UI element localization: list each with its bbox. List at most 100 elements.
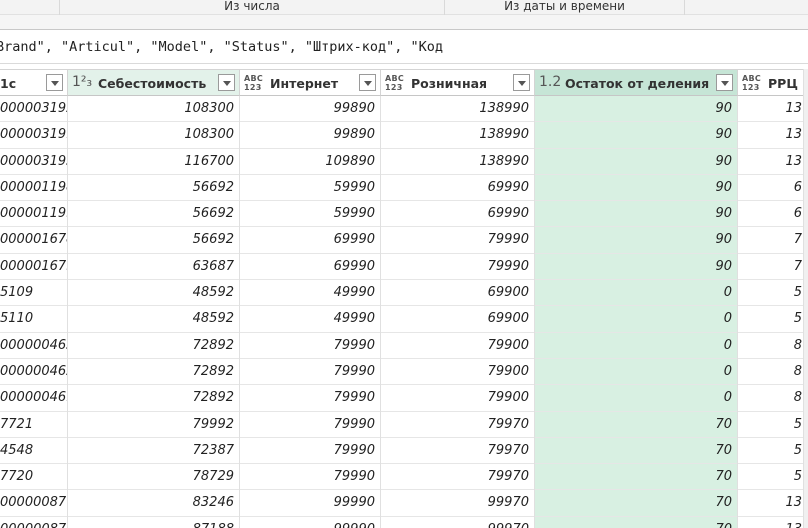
table-cell[interactable]: 78729 xyxy=(68,464,239,491)
table-cell[interactable]: 69900 xyxy=(381,280,534,307)
table-cell[interactable]: 90 xyxy=(535,96,737,123)
table-cell[interactable]: 108300 xyxy=(68,122,239,149)
table-cell[interactable]: 79900 xyxy=(381,385,534,412)
table-cell[interactable]: 138990 xyxy=(381,149,534,175)
table-cell[interactable]: 72892 xyxy=(68,385,239,412)
column-filter-button[interactable] xyxy=(513,74,530,91)
table-cell[interactable]: 000000461 xyxy=(0,385,67,412)
table-cell[interactable]: 8 xyxy=(738,359,807,386)
table-cell[interactable]: 6 xyxy=(738,201,807,228)
table-cell[interactable]: 79990 xyxy=(240,333,380,359)
table-cell[interactable]: 70 xyxy=(535,438,737,465)
table-cell[interactable]: 69990 xyxy=(381,201,534,228)
table-cell[interactable]: 90 xyxy=(535,122,737,149)
table-cell[interactable]: 5 xyxy=(738,280,807,307)
table-cell[interactable]: 79992 xyxy=(68,412,239,438)
table-cell[interactable]: 49990 xyxy=(240,306,380,333)
column-filter-button[interactable] xyxy=(46,74,63,91)
any-type-icon[interactable]: ABC 123 xyxy=(244,74,263,92)
table-cell[interactable]: 79990 xyxy=(381,254,534,281)
column-header-1c[interactable]: 1c xyxy=(0,69,68,96)
table-cell[interactable]: 5 xyxy=(738,412,807,438)
table-cell[interactable]: 56692 xyxy=(68,227,239,254)
table-cell[interactable]: 5109 xyxy=(0,280,67,307)
table-cell[interactable]: 79990 xyxy=(381,227,534,254)
table-cell[interactable]: 90 xyxy=(535,175,737,202)
table-cell[interactable]: 13 xyxy=(738,490,807,517)
table-cell[interactable]: 000000877 xyxy=(0,490,67,517)
table-cell[interactable]: 13 xyxy=(738,122,807,149)
table-cell[interactable]: 90 xyxy=(535,149,737,175)
table-cell[interactable]: 0 xyxy=(535,280,737,307)
table-cell[interactable]: 99990 xyxy=(240,490,380,517)
table-cell[interactable]: 000001679 xyxy=(0,254,67,281)
decimal-type-icon[interactable]: 1.2 xyxy=(539,74,561,90)
table-cell[interactable]: 83246 xyxy=(68,490,239,517)
table-cell[interactable]: 56692 xyxy=(68,175,239,202)
table-cell[interactable]: 0 xyxy=(535,333,737,359)
table-cell[interactable]: 70 xyxy=(535,464,737,491)
formula-text[interactable]: Brand", "Articul", "Model", "Status", "Ш… xyxy=(0,39,443,55)
table-cell[interactable]: 7720 xyxy=(0,464,67,491)
table-cell[interactable]: 5 xyxy=(738,438,807,465)
table-cell[interactable]: 59990 xyxy=(240,175,380,202)
table-cell[interactable]: 72387 xyxy=(68,438,239,465)
table-cell[interactable]: 69990 xyxy=(381,175,534,202)
table-cell[interactable]: 79990 xyxy=(240,438,380,465)
table-cell[interactable]: 48592 xyxy=(68,280,239,307)
table-cell[interactable]: 70 xyxy=(535,412,737,438)
table-cell[interactable]: 70 xyxy=(535,490,737,517)
table-cell[interactable]: 56692 xyxy=(68,201,239,228)
table-cell[interactable]: 69990 xyxy=(240,227,380,254)
table-cell[interactable]: 79970 xyxy=(381,438,534,465)
table-cell[interactable]: 79990 xyxy=(240,359,380,386)
table-cell[interactable]: 13 xyxy=(738,96,807,123)
table-cell[interactable]: 99970 xyxy=(381,517,534,528)
table-cell[interactable]: 49990 xyxy=(240,280,380,307)
table-cell[interactable]: 138990 xyxy=(381,96,534,123)
table-cell[interactable]: 4548 xyxy=(0,438,67,465)
table-cell[interactable]: 79970 xyxy=(381,412,534,438)
table-cell[interactable]: 7721 xyxy=(0,412,67,438)
column-filter-button[interactable] xyxy=(716,74,733,91)
column-header-remainder[interactable]: 1.2 Остаток от деления xyxy=(535,69,738,96)
table-cell[interactable]: 72892 xyxy=(68,333,239,359)
column-filter-button[interactable] xyxy=(359,74,376,91)
table-cell[interactable]: 0 xyxy=(535,306,737,333)
table-cell[interactable]: 108300 xyxy=(68,96,239,123)
column-header-internet[interactable]: ABC 123 Интернет xyxy=(240,69,381,96)
table-cell[interactable]: 79990 xyxy=(240,385,380,412)
table-cell[interactable]: 116700 xyxy=(68,149,239,175)
ribbon-group-from-datetime[interactable]: Из даты и времени xyxy=(445,0,685,15)
table-cell[interactable]: 5 xyxy=(738,306,807,333)
table-cell[interactable]: 99890 xyxy=(240,96,380,123)
vertical-scrollbar[interactable] xyxy=(803,69,808,528)
table-cell[interactable]: 90 xyxy=(535,227,737,254)
table-cell[interactable]: 70 xyxy=(535,517,737,528)
table-cell[interactable]: 69900 xyxy=(381,306,534,333)
table-cell[interactable]: 5 xyxy=(738,464,807,491)
table-cell[interactable]: 000003191 xyxy=(0,122,67,149)
table-cell[interactable]: 000000462 xyxy=(0,359,67,386)
table-cell[interactable]: 63687 xyxy=(68,254,239,281)
any-type-icon[interactable]: ABC 123 xyxy=(385,74,404,92)
table-cell[interactable]: 7 xyxy=(738,227,807,254)
table-cell[interactable]: 000000876 xyxy=(0,517,67,528)
table-cell[interactable]: 000003192 xyxy=(0,96,67,123)
table-cell[interactable]: 000000463 xyxy=(0,333,67,359)
table-cell[interactable]: 6 xyxy=(738,175,807,202)
table-cell[interactable]: 99890 xyxy=(240,122,380,149)
table-cell[interactable]: 90 xyxy=(535,254,737,281)
ribbon-group-from-number[interactable]: Из числа xyxy=(60,0,445,15)
column-header-retail[interactable]: ABC 123 Розничная xyxy=(381,69,535,96)
table-cell[interactable]: 72892 xyxy=(68,359,239,386)
table-cell[interactable]: 8 xyxy=(738,333,807,359)
table-cell[interactable]: 90 xyxy=(535,201,737,228)
formula-bar[interactable]: Brand", "Articul", "Model", "Status", "Ш… xyxy=(0,29,808,64)
table-cell[interactable]: 79990 xyxy=(240,412,380,438)
table-cell[interactable]: 48592 xyxy=(68,306,239,333)
table-cell[interactable]: 5110 xyxy=(0,306,67,333)
table-cell[interactable]: 109890 xyxy=(240,149,380,175)
column-header-rrp[interactable]: ABC 123 РРЦ xyxy=(738,69,808,96)
table-cell[interactable]: 79900 xyxy=(381,359,534,386)
